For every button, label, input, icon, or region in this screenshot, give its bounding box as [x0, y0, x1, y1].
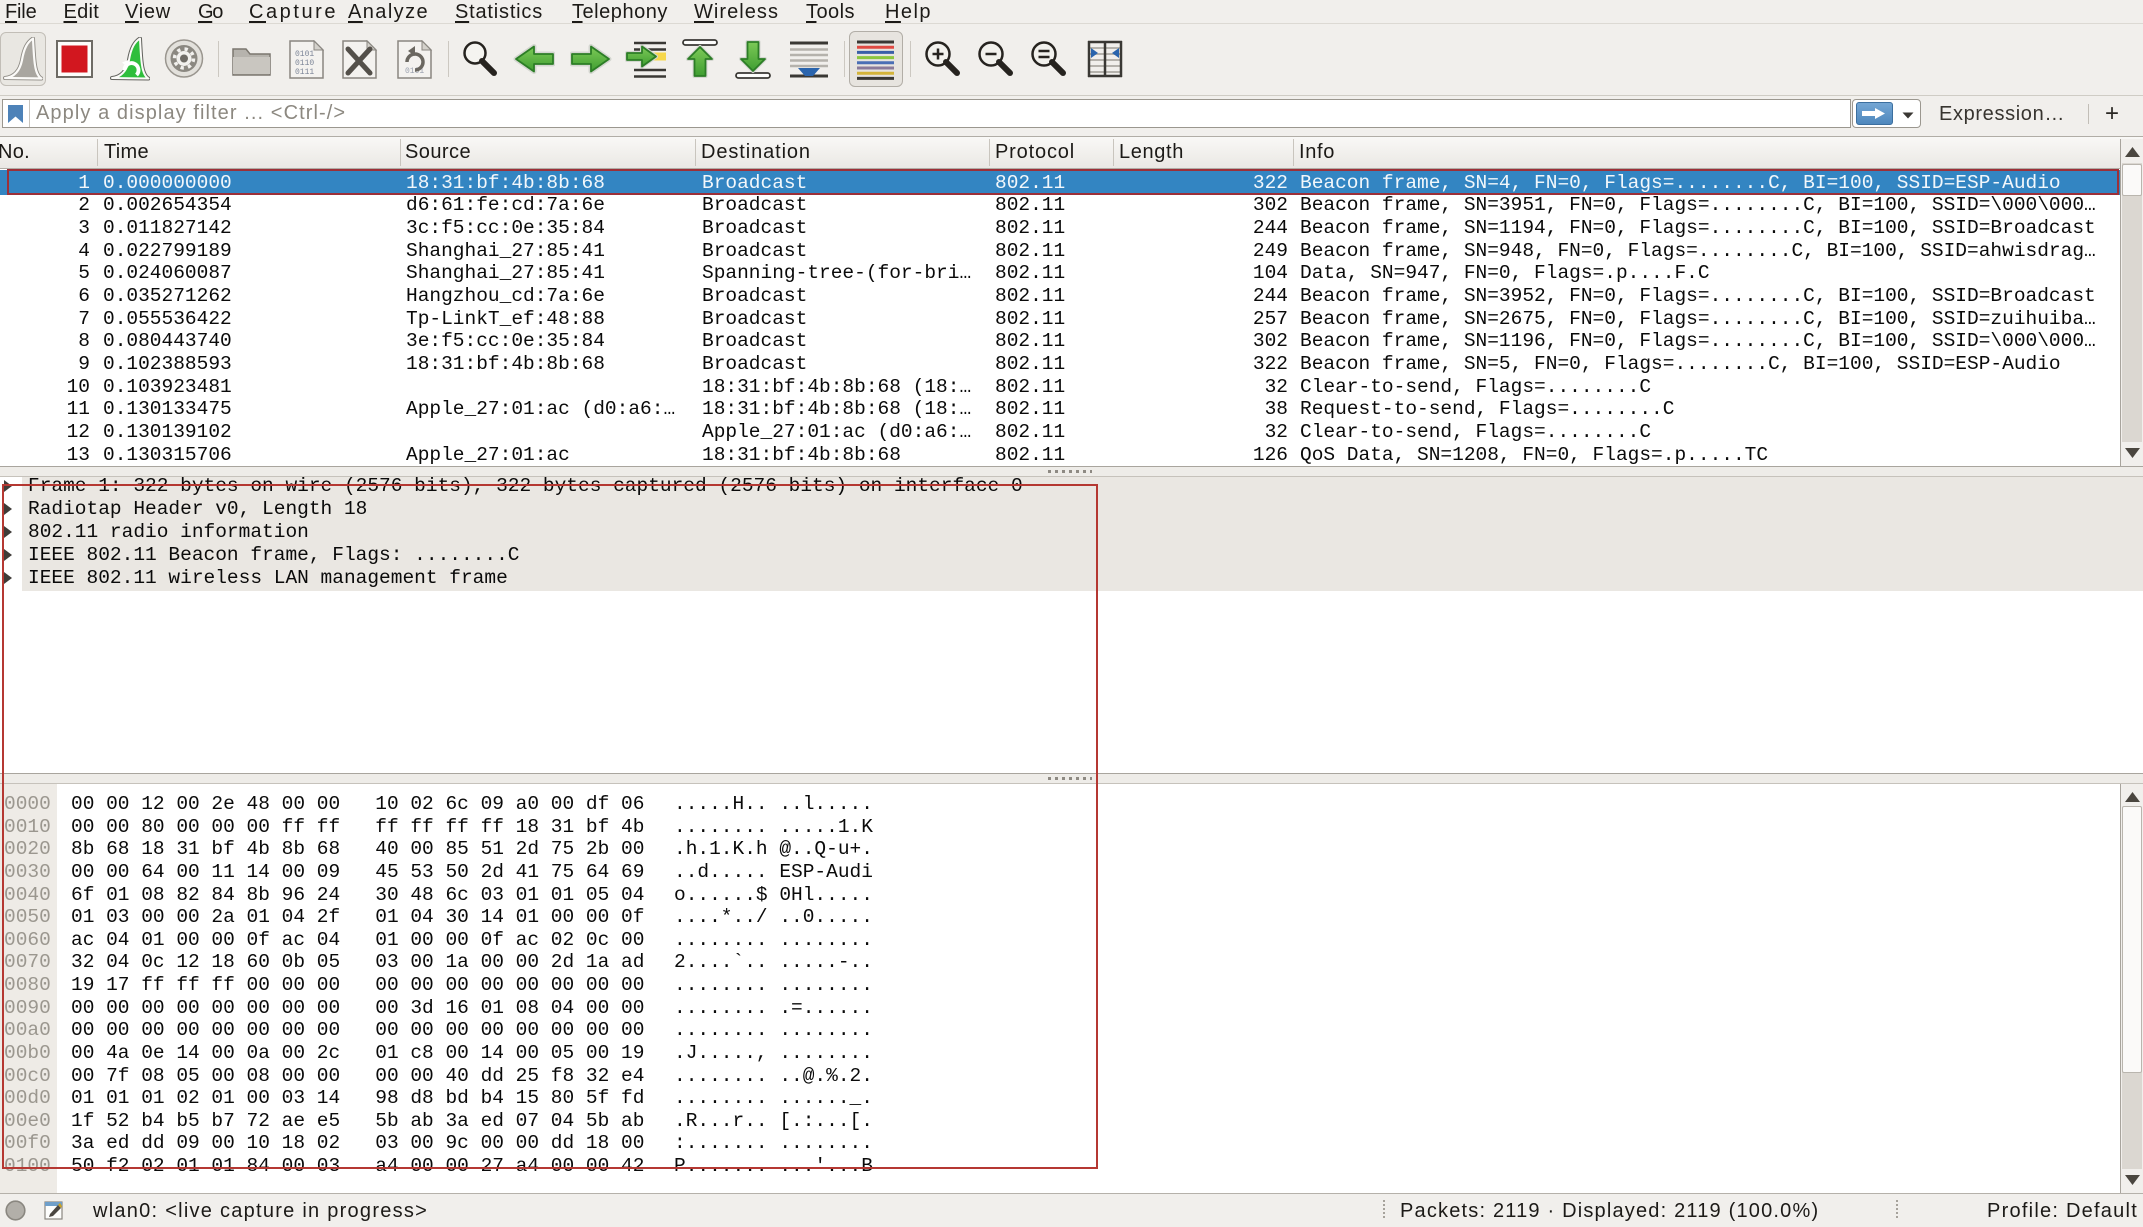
svg-text:0101: 0101	[295, 50, 314, 59]
svg-text:0110: 0110	[295, 59, 314, 68]
svg-text:0111: 0111	[295, 68, 314, 77]
